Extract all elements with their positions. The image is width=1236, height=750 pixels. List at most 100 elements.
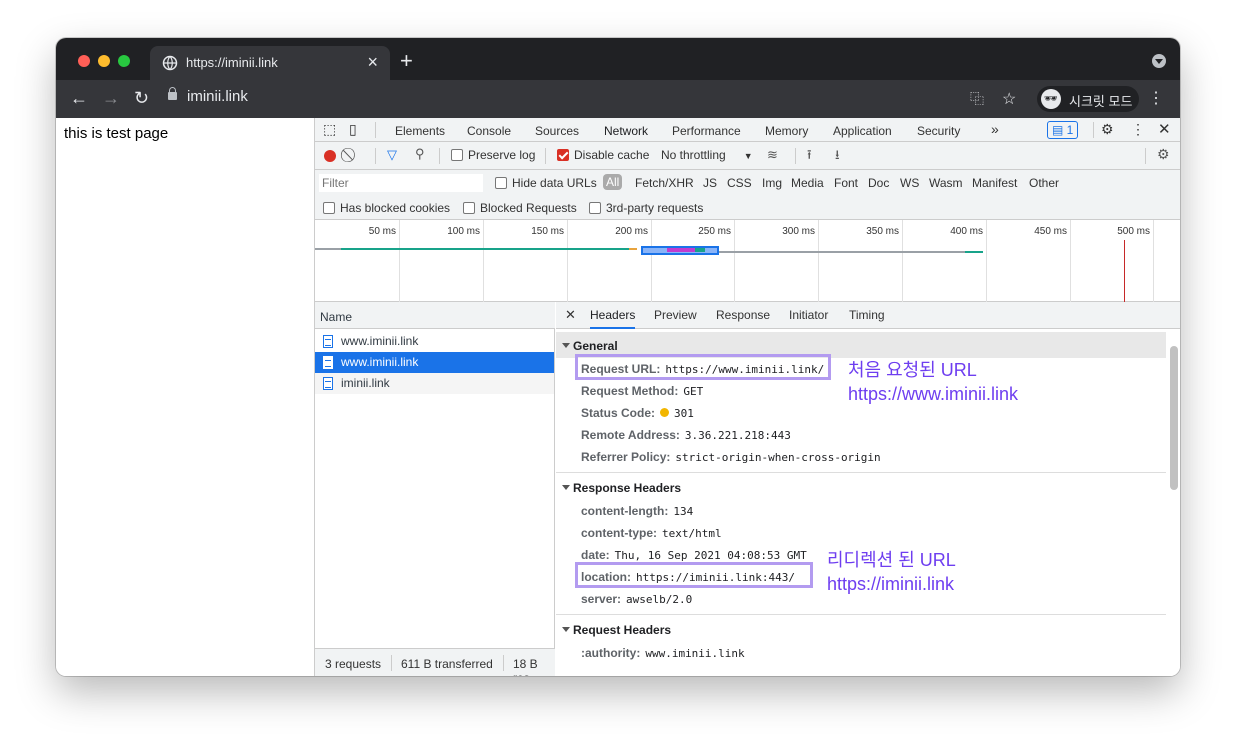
referrer-policy-row: Referrer Policy: strict-origin-when-cross… [581, 450, 881, 464]
tab-security[interactable]: Security [917, 124, 960, 138]
filter-font[interactable]: Font [834, 176, 858, 190]
waterfall-bar [667, 248, 695, 252]
blocked-cookies-box[interactable] [323, 202, 335, 214]
reload-button[interactable]: ↻ [134, 88, 149, 109]
filter-other[interactable]: Other [1029, 176, 1059, 190]
document-icon [323, 356, 333, 369]
blocked-requests-checkbox[interactable]: Blocked Requests [463, 201, 577, 215]
translate-icon[interactable]: ⿻ [970, 89, 984, 109]
request-row[interactable]: www.iminii.link [315, 331, 554, 352]
date-key: date: [581, 548, 610, 562]
throttling-select[interactable]: No throttling ▼ [661, 148, 753, 162]
tab-application[interactable]: Application [833, 124, 892, 138]
server-row: server: awselb/2.0 [581, 592, 692, 606]
hide-data-urls-box[interactable] [495, 177, 507, 189]
devtools-menu-icon[interactable]: ⋮ [1131, 121, 1145, 138]
request-method-row: Request Method: GET [581, 384, 703, 398]
close-tab-icon[interactable]: × [367, 52, 378, 73]
network-overview-timeline[interactable]: 50 ms 100 ms 150 ms 200 ms 250 ms 300 ms… [315, 220, 1180, 302]
device-toolbar-icon[interactable]: ▯ [349, 121, 357, 138]
waterfall-bar [719, 251, 965, 253]
export-har-icon[interactable]: ⭳ [835, 146, 840, 168]
disable-cache-checkbox[interactable]: Disable cache [557, 148, 649, 162]
filter-input[interactable] [319, 174, 483, 192]
filter-manifest[interactable]: Manifest [972, 176, 1017, 190]
tab-search-icon[interactable] [1152, 54, 1166, 68]
tab-console[interactable]: Console [467, 124, 511, 138]
settings-gear-icon[interactable]: ⚙ [1101, 121, 1114, 138]
issues-count: 1 [1066, 123, 1074, 137]
filter-css[interactable]: CSS [727, 176, 752, 190]
filter-doc[interactable]: Doc [868, 176, 889, 190]
filter-js[interactable]: JS [703, 176, 717, 190]
minimize-window-button[interactable] [98, 55, 110, 67]
close-window-button[interactable] [78, 55, 90, 67]
maximize-window-button[interactable] [118, 55, 130, 67]
load-event-marker [1124, 240, 1125, 302]
filter-img[interactable]: Img [762, 176, 782, 190]
third-party-box[interactable] [589, 202, 601, 214]
status-code-value: 301 [674, 407, 694, 420]
preserve-log-box[interactable] [451, 149, 463, 161]
filter-wasm[interactable]: Wasm [929, 176, 963, 190]
back-button[interactable]: ← [70, 88, 88, 109]
search-icon[interactable]: ⚲ [415, 146, 425, 162]
forward-button[interactable]: → [102, 88, 120, 109]
tab-sources[interactable]: Sources [535, 124, 579, 138]
issues-badge[interactable]: ▤ 1 [1047, 121, 1079, 139]
record-icon[interactable] [324, 150, 336, 162]
content-type-row: content-type: text/html [581, 526, 722, 540]
browser-menu-icon[interactable]: ⋮ [1148, 88, 1164, 108]
network-settings-gear-icon[interactable]: ⚙ [1157, 146, 1170, 163]
filter-ws[interactable]: WS [900, 176, 919, 190]
lock-icon[interactable] [168, 87, 177, 100]
name-column-header[interactable]: Name [315, 302, 555, 329]
address-bar[interactable]: iminii.link [168, 87, 248, 105]
tab-performance[interactable]: Performance [672, 124, 741, 138]
network-conditions-icon[interactable]: ≋ [767, 147, 778, 163]
tab-initiator[interactable]: Initiator [789, 308, 828, 322]
filter-all-button[interactable]: All [603, 174, 623, 190]
response-headers-section-header[interactable]: Response Headers [556, 474, 1166, 500]
bookmark-star-icon[interactable]: ☆ [1002, 89, 1016, 109]
authority-value: www.iminii.link [645, 647, 745, 660]
filter-icon[interactable]: ▽ [387, 147, 397, 163]
tab-memory[interactable]: Memory [765, 124, 808, 138]
filter-media[interactable]: Media [791, 176, 824, 190]
hide-data-urls-checkbox[interactable]: Hide data URLs [495, 176, 597, 190]
inspect-element-icon[interactable]: ⬚ [323, 121, 336, 138]
new-tab-button[interactable]: + [400, 48, 413, 74]
import-har-icon[interactable]: ⭱ [807, 146, 812, 168]
tab-headers[interactable]: Headers [590, 308, 636, 329]
dropdown-arrow-icon: ▼ [743, 151, 753, 161]
date-value: Thu, 16 Sep 2021 04:08:53 GMT [614, 549, 807, 562]
devtools-panel-tabs: ⬚ ▯ Elements Console Sources Network Per… [315, 118, 1180, 147]
request-row[interactable]: iminii.link [315, 373, 554, 394]
annotation-requested-url: 처음 요청된 URL https://www.iminii.link [848, 358, 1018, 406]
more-tabs-icon[interactable]: » [991, 121, 999, 137]
incognito-badge[interactable]: 🕶 시크릿 모드 [1037, 86, 1139, 112]
tab-preview[interactable]: Preview [654, 308, 697, 322]
tab-timing[interactable]: Timing [849, 308, 885, 322]
remote-address-value: 3.36.221.218:443 [684, 429, 791, 442]
preserve-log-checkbox[interactable]: Preserve log [451, 148, 535, 162]
blocked-requests-box[interactable] [463, 202, 475, 214]
request-headers-section-header[interactable]: Request Headers [556, 616, 1166, 642]
server-value: awselb/2.0 [626, 593, 693, 606]
close-devtools-icon[interactable]: ✕ [1158, 120, 1171, 138]
browser-tab[interactable]: https://iminii.link × [150, 46, 390, 80]
referrer-policy-key: Referrer Policy: [581, 450, 671, 464]
disable-cache-box[interactable] [557, 149, 569, 161]
request-row-selected[interactable]: www.iminii.link [315, 352, 554, 373]
content-length-row: content-length: 134 [581, 504, 693, 518]
annotation-line: 리디렉션 된 URL [827, 550, 956, 570]
third-party-checkbox[interactable]: 3rd-party requests [589, 201, 703, 215]
filter-fetch-xhr[interactable]: Fetch/XHR [635, 176, 694, 190]
close-details-icon[interactable]: ✕ [565, 307, 576, 323]
tab-elements[interactable]: Elements [395, 124, 445, 138]
document-icon [323, 335, 333, 348]
details-scrollbar[interactable] [1170, 346, 1178, 490]
details-tabs: ✕ Headers Preview Response Initiator Tim… [556, 302, 1180, 329]
blocked-cookies-checkbox[interactable]: Has blocked cookies [323, 201, 450, 215]
tab-response[interactable]: Response [716, 308, 770, 322]
